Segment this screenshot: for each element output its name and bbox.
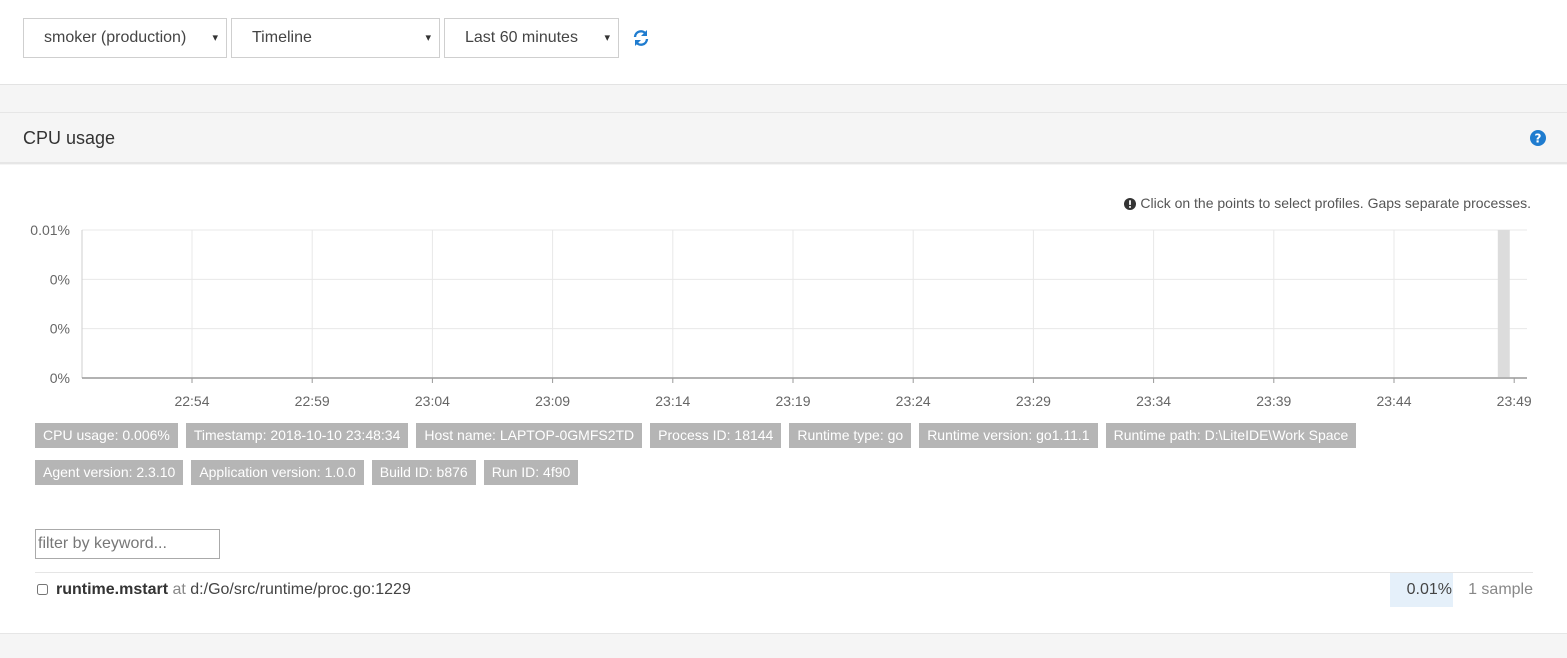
panel-header: CPU usage [0, 112, 1567, 164]
info-badge: Runtime path: D:\LiteIDE\Work Space [1105, 423, 1357, 448]
application-select-value: smoker (production) [44, 29, 187, 46]
y-tick-label: 0% [50, 370, 70, 386]
x-tick-label: 23:24 [896, 393, 931, 409]
info-badge: Run ID: 4f90 [483, 460, 579, 485]
panel-title: CPU usage [23, 128, 116, 148]
application-select[interactable]: smoker (production) ▾ [23, 18, 227, 58]
info-badge: Host name: LAPTOP-0GMFS2TD [416, 423, 643, 448]
info-badge: CPU usage: 0.006% [35, 423, 178, 448]
info-badge: Application version: 1.0.0 [191, 460, 364, 485]
x-tick-label: 23:44 [1376, 393, 1411, 409]
x-tick-label: 23:49 [1497, 393, 1532, 409]
chevron-down-icon: ▾ [604, 32, 610, 44]
x-tick-label: 23:19 [775, 393, 810, 409]
row-checkbox[interactable] [37, 584, 48, 595]
table-row[interactable]: runtime.mstart at d:/Go/src/runtime/proc… [35, 573, 1533, 607]
profile-badges: CPU usage: 0.006% Timestamp: 2018-10-10 2… [35, 423, 1435, 497]
badge-row: CPU usage: 0.006% Timestamp: 2018-10-10 2… [35, 423, 1435, 448]
x-tick-label: 23:29 [1016, 393, 1051, 409]
x-tick-label: 23:14 [655, 393, 690, 409]
chevron-down-icon: ▾ [212, 32, 218, 44]
x-tick-label: 22:59 [295, 393, 330, 409]
info-badge: Timestamp: 2018-10-10 23:48:34 [185, 423, 409, 448]
info-badge: Build ID: b876 [371, 460, 476, 485]
time-range-select[interactable]: Last 60 minutes ▾ [444, 18, 619, 58]
sample-count: 1 sample [1468, 581, 1533, 598]
toolbar: smoker (production) ▾ Timeline ▾ Last 60… [0, 0, 1567, 85]
y-tick-label: 0% [50, 271, 70, 287]
x-tick-label: 23:04 [415, 393, 450, 409]
time-range-select-value: Last 60 minutes [465, 29, 578, 46]
chevron-down-icon: ▾ [425, 32, 431, 44]
percent-value: 0.01% [1406, 581, 1452, 598]
refresh-icon[interactable] [631, 28, 651, 48]
view-select[interactable]: Timeline ▾ [231, 18, 440, 58]
view-select-value: Timeline [252, 29, 312, 46]
x-tick-label: 23:39 [1256, 393, 1291, 409]
chart-hint-text: Click on the points to select profiles. … [1140, 195, 1531, 211]
info-badge: Process ID: 18144 [650, 423, 782, 448]
x-tick-label: 22:54 [174, 393, 209, 409]
cpu-usage-chart[interactable]: 0.01% 0% 0% 0% 22:54 22:59 23:04 23:09 23:14 23:1… [0, 215, 1567, 415]
data-point[interactable] [1497, 230, 1510, 377]
info-badge: Agent version: 2.3.10 [35, 460, 184, 485]
y-tick-label: 0.01% [30, 222, 70, 238]
function-name: runtime.mstart [56, 581, 169, 598]
info-icon [1124, 198, 1137, 210]
svg-text:?: ? [1535, 132, 1542, 146]
x-tick-label: 23:09 [535, 393, 570, 409]
filter-input[interactable] [35, 529, 220, 559]
chart-hint: Click on the points to select profiles. … [1124, 195, 1531, 211]
source-location: d:/Go/src/runtime/proc.go:1229 [190, 581, 411, 598]
badge-row: Agent version: 2.3.10 Application version… [35, 460, 1435, 485]
x-tick-label: 23:34 [1136, 393, 1171, 409]
help-icon[interactable]: ? [1530, 130, 1546, 146]
info-badge: Runtime version: go1.11.1 [919, 423, 1098, 448]
at-label: at [172, 581, 186, 598]
info-badge: Runtime type: go [789, 423, 912, 448]
y-tick-label: 0% [50, 321, 70, 337]
